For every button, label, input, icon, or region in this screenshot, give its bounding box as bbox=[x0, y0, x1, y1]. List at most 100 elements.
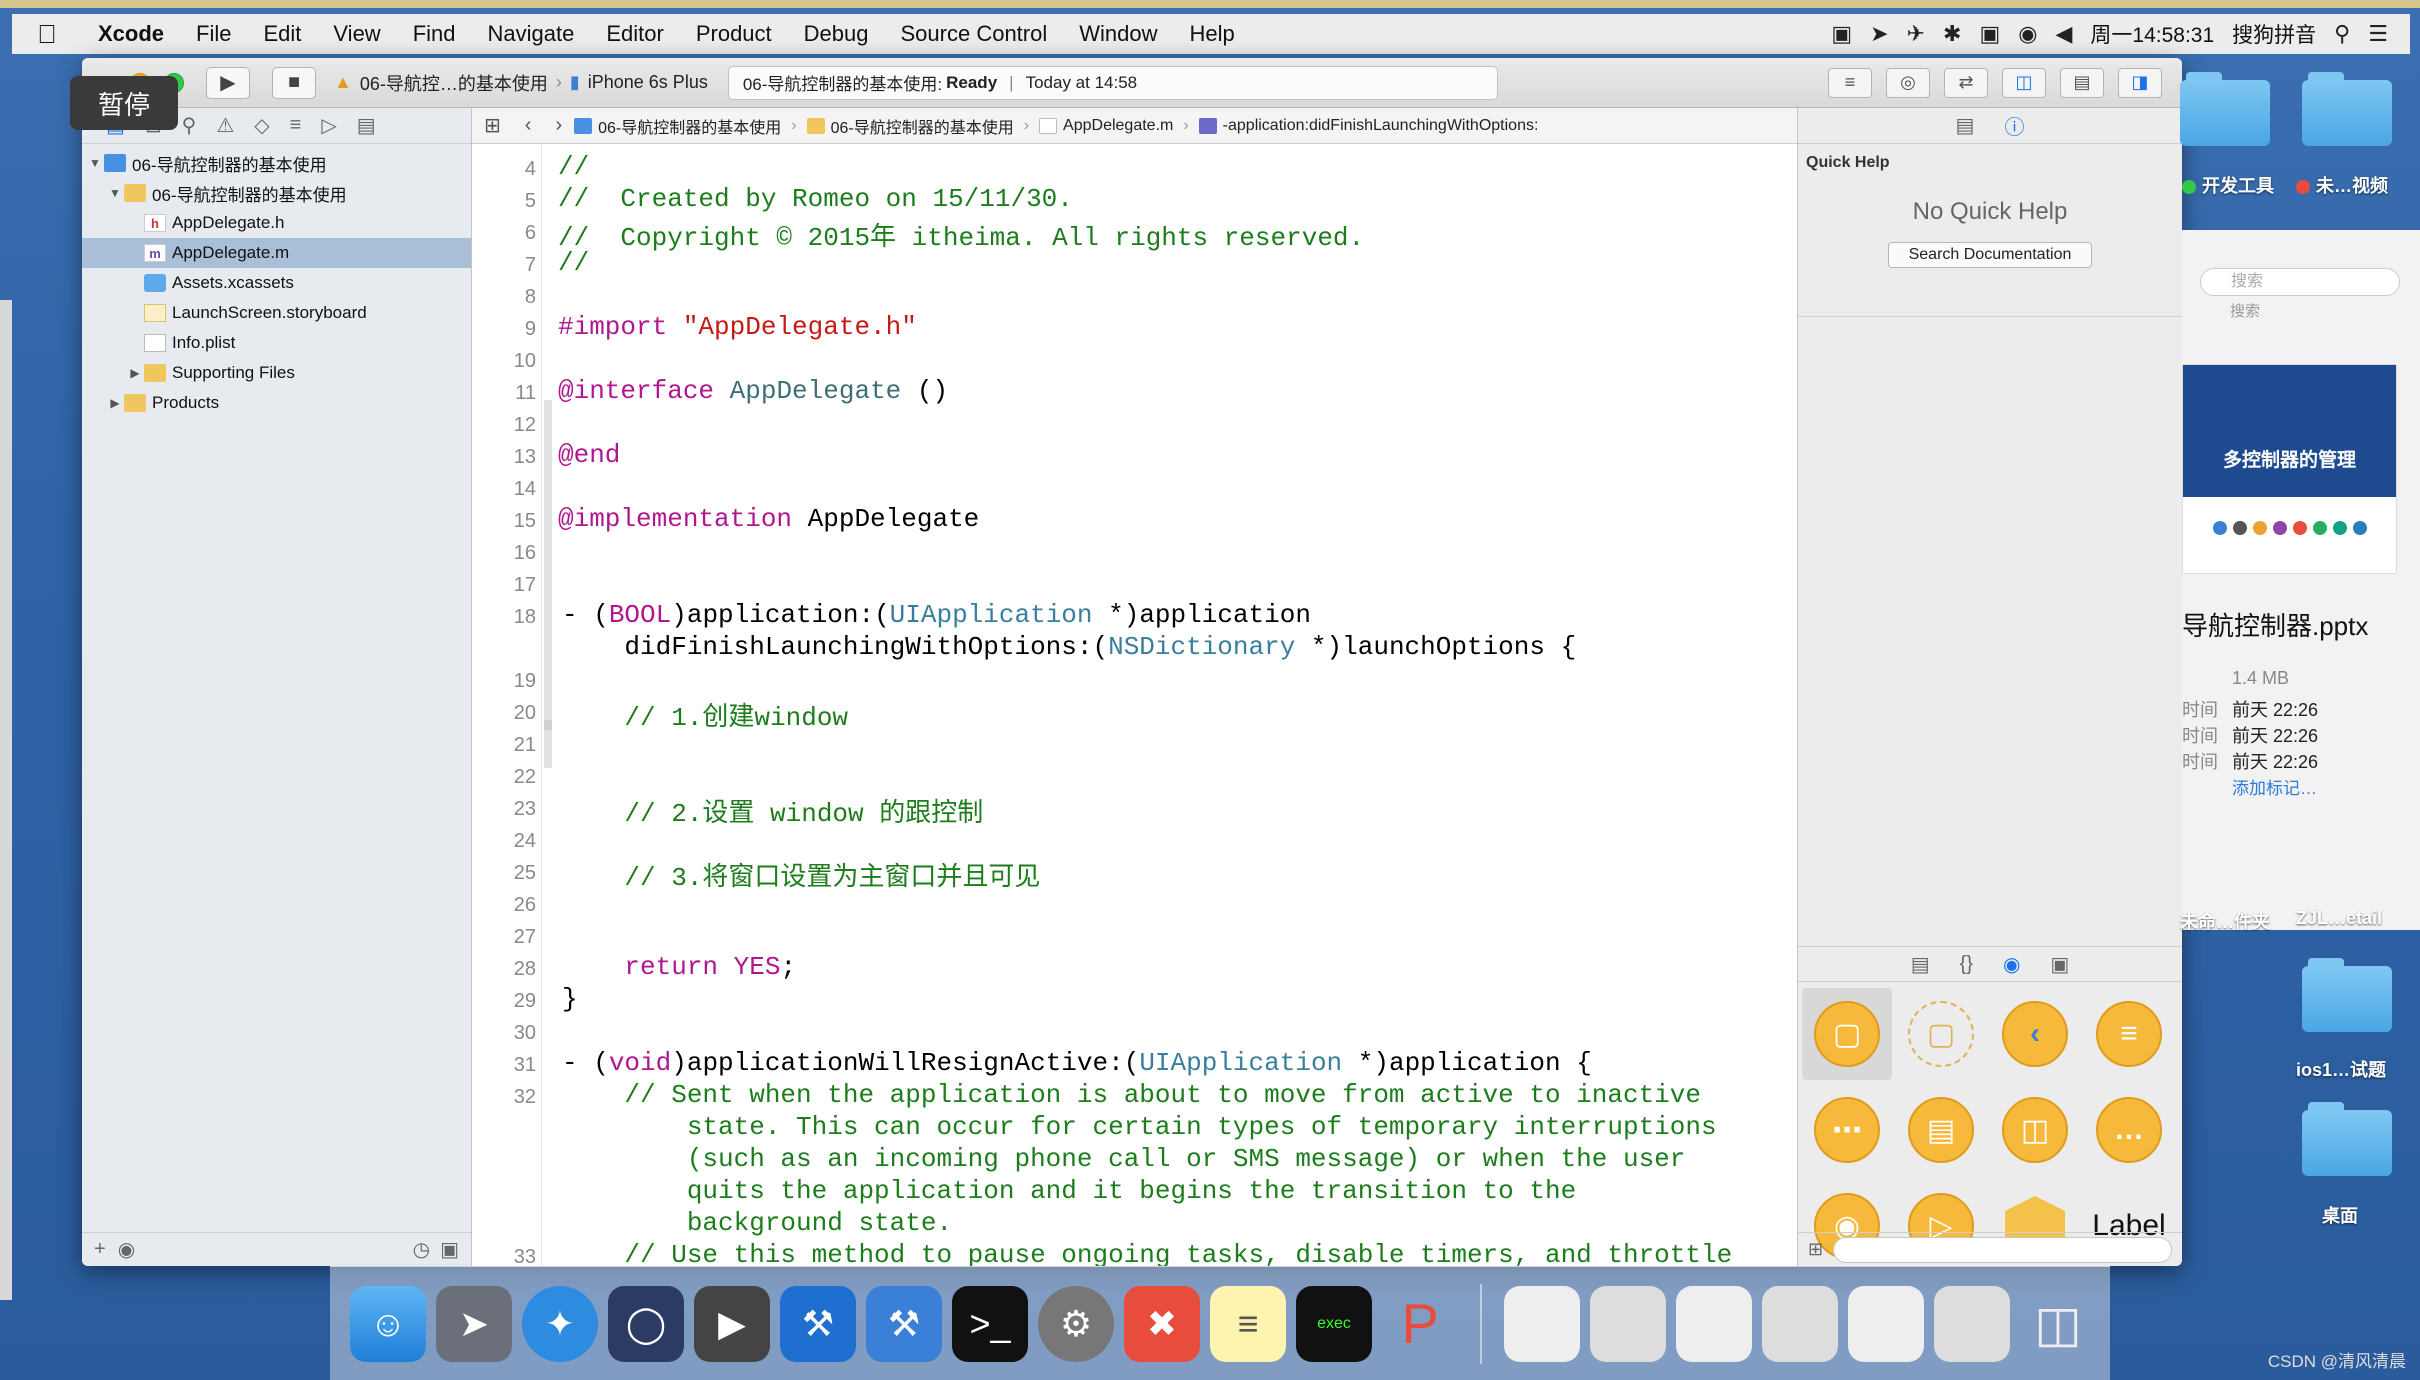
airplane-icon[interactable]: ✈ bbox=[1907, 21, 1925, 47]
desktop-folder[interactable] bbox=[2302, 72, 2392, 146]
navigator-filter-field[interactable] bbox=[147, 1238, 401, 1262]
filter-icon[interactable]: ◉ bbox=[118, 1237, 135, 1262]
quick-help-icon[interactable]: ⓘ bbox=[2004, 111, 2024, 140]
pause-badge[interactable]: 暂停 bbox=[70, 76, 178, 130]
menu-help[interactable]: Help bbox=[1174, 21, 1251, 47]
menu-editor[interactable]: Editor bbox=[590, 21, 679, 47]
library-item-collection-view-controller[interactable]: ⋯ bbox=[1802, 1084, 1892, 1176]
library-item-split-view-controller[interactable]: ◫ bbox=[1990, 1084, 2080, 1176]
notification-center-icon[interactable]: ☰ bbox=[2368, 21, 2388, 47]
library-filter-field[interactable] bbox=[1833, 1236, 2172, 1263]
library-item-view-controller[interactable]: ▢ bbox=[1802, 988, 1892, 1080]
screen-record-icon[interactable]: ▣ bbox=[1831, 21, 1852, 47]
scheme-selector[interactable]: ▲ 06-导航控…的基本使用 › ▮ iPhone 6s Plus bbox=[334, 70, 708, 96]
library-item-page-view-controller[interactable]: … bbox=[2084, 1084, 2174, 1176]
desktop-folder-label[interactable]: ios1…试题 bbox=[2296, 1056, 2386, 1082]
grid-view-icon[interactable]: ⊞ bbox=[1808, 1239, 1823, 1260]
terminal-icon[interactable]: >_ bbox=[952, 1285, 1028, 1362]
tree-project[interactable]: ▼ 06-导航控制器的基本使用 bbox=[82, 148, 471, 178]
minimized-window-icon[interactable] bbox=[1590, 1285, 1666, 1362]
toggle-debug-area-icon[interactable]: ▤ bbox=[2060, 67, 2104, 98]
library-item-table-view-controller[interactable]: ≡ bbox=[2084, 988, 2174, 1080]
disclosure-closed-icon[interactable]: ▶ bbox=[126, 366, 144, 380]
finder-search-field[interactable]: 搜索 bbox=[2200, 268, 2400, 296]
report-navigator-icon[interactable]: ▤ bbox=[357, 113, 376, 138]
xcode-beta-icon[interactable]: ⚒ bbox=[866, 1285, 942, 1362]
media-library-icon[interactable]: ▣ bbox=[2050, 952, 2069, 977]
presentation-app-icon[interactable]: P bbox=[1382, 1286, 1458, 1362]
menu-debug[interactable]: Debug bbox=[788, 21, 885, 47]
modified-files-icon[interactable]: ▣ bbox=[440, 1237, 459, 1262]
find-navigator-icon[interactable]: ⚲ bbox=[182, 113, 197, 138]
trash-icon[interactable]: ◫ bbox=[2020, 1286, 2096, 1362]
menu-view[interactable]: View bbox=[317, 21, 396, 47]
forward-icon[interactable]: › bbox=[543, 114, 574, 137]
desktop-folder[interactable] bbox=[2302, 1102, 2392, 1176]
tree-file[interactable]: h AppDelegate.h bbox=[82, 208, 471, 238]
tree-group-products[interactable]: ▶ Products bbox=[82, 388, 471, 418]
related-items-icon[interactable]: ⊞ bbox=[472, 113, 513, 138]
finder-icon[interactable]: ☺ bbox=[350, 1285, 426, 1362]
object-library-icon[interactable]: ◉ bbox=[2003, 952, 2020, 977]
tree-file[interactable]: Info.plist bbox=[82, 328, 471, 358]
mouse-app-icon[interactable]: ◯ bbox=[608, 1285, 684, 1362]
disclosure-open-icon[interactable]: ▼ bbox=[106, 186, 124, 200]
tree-file[interactable]: Assets.xcassets bbox=[82, 268, 471, 298]
input-method[interactable]: 搜狗拼音 bbox=[2232, 19, 2316, 49]
minimized-window-icon[interactable] bbox=[1934, 1285, 2010, 1362]
menu-app-name[interactable]: Xcode bbox=[82, 21, 180, 47]
stop-button[interactable]: ■ bbox=[272, 66, 316, 99]
library-item-tab-bar-controller[interactable]: ▤ bbox=[1896, 1084, 1986, 1176]
spotlight-search-icon[interactable]: ⚲ bbox=[2334, 21, 2350, 47]
tree-group-supporting[interactable]: ▶ Supporting Files bbox=[82, 358, 471, 388]
standard-editor-icon[interactable]: ≡ bbox=[1828, 67, 1872, 98]
bluetooth-icon[interactable]: ✱ bbox=[1943, 21, 1961, 47]
exec-terminal-icon[interactable]: exec bbox=[1296, 1285, 1372, 1362]
desktop-folder[interactable] bbox=[2180, 72, 2270, 146]
issue-navigator-icon[interactable]: ⚠ bbox=[216, 113, 234, 138]
lock-icon[interactable]: ▣ bbox=[1979, 21, 2000, 47]
desktop-folder-label[interactable]: 未…视频 bbox=[2296, 172, 2388, 198]
menubar-clock[interactable]: 周一14:58:31 bbox=[2090, 19, 2214, 49]
wifi-icon[interactable]: ◉ bbox=[2018, 21, 2037, 47]
system-preferences-icon[interactable]: ⚙ bbox=[1038, 1285, 1114, 1362]
desktop-folder-label[interactable]: 桌面 bbox=[2322, 1202, 2358, 1228]
apple-icon[interactable]:  bbox=[12, 19, 82, 50]
search-documentation-button[interactable]: Search Documentation bbox=[1888, 242, 2092, 268]
xcode-icon[interactable]: ⚒ bbox=[780, 1285, 856, 1362]
test-navigator-icon[interactable]: ◇ bbox=[254, 113, 269, 138]
disclosure-closed-icon[interactable]: ▶ bbox=[106, 396, 124, 410]
minimized-window-icon[interactable] bbox=[1676, 1285, 1752, 1362]
menu-edit[interactable]: Edit bbox=[247, 21, 317, 47]
menu-window[interactable]: Window bbox=[1063, 21, 1173, 47]
jump-crumb-method[interactable]: -application:didFinishLaunchingWithOptio… bbox=[1198, 117, 1549, 135]
menu-product[interactable]: Product bbox=[680, 21, 788, 47]
jump-crumb-project[interactable]: 06-导航控制器的基本使用 bbox=[574, 114, 791, 138]
toggle-utilities-icon[interactable]: ◨ bbox=[2118, 67, 2162, 98]
library-item-navigation-controller[interactable]: ‹ bbox=[1990, 988, 2080, 1080]
xmind-icon[interactable]: ✖ bbox=[1124, 1285, 1200, 1362]
notes-icon[interactable]: ≡ bbox=[1210, 1285, 1286, 1362]
add-icon[interactable]: + bbox=[94, 1238, 106, 1261]
safari-icon[interactable]: ✦ bbox=[522, 1285, 598, 1362]
tree-group[interactable]: ▼ 06-导航控制器的基本使用 bbox=[82, 178, 471, 208]
minimized-window-icon[interactable] bbox=[1504, 1285, 1580, 1362]
tree-file[interactable]: LaunchScreen.storyboard bbox=[82, 298, 471, 328]
library-item-storyboard-reference[interactable]: ▢ bbox=[1896, 988, 1986, 1080]
desktop-folder[interactable] bbox=[2302, 958, 2392, 1032]
back-icon[interactable]: ‹ bbox=[513, 114, 544, 137]
breakpoint-navigator-icon[interactable]: ▷ bbox=[321, 113, 336, 138]
toggle-navigator-icon[interactable]: ◫ bbox=[2002, 67, 2046, 98]
file-template-icon[interactable]: ▤ bbox=[1911, 952, 1930, 977]
source-editor[interactable]: 4 5 6 7 8 9 10 11 12 13 14 15 16 17 18 1… bbox=[472, 144, 1797, 1266]
menu-find[interactable]: Find bbox=[397, 21, 472, 47]
desktop-item-label[interactable]: 未命…件夹 bbox=[2180, 908, 2270, 934]
disclosure-open-icon[interactable]: ▼ bbox=[86, 156, 104, 170]
desktop-folder-label[interactable]: 开发工具 bbox=[2182, 172, 2274, 198]
launchpad-icon[interactable]: ➤ bbox=[436, 1285, 512, 1362]
code-snippet-icon[interactable]: {} bbox=[1960, 953, 1973, 976]
version-editor-icon[interactable]: ⇄ bbox=[1944, 67, 1988, 98]
location-icon[interactable]: ➤ bbox=[1870, 21, 1888, 47]
jump-crumb-group[interactable]: 06-导航控制器的基本使用 bbox=[806, 114, 1024, 138]
menu-file[interactable]: File bbox=[180, 21, 247, 47]
